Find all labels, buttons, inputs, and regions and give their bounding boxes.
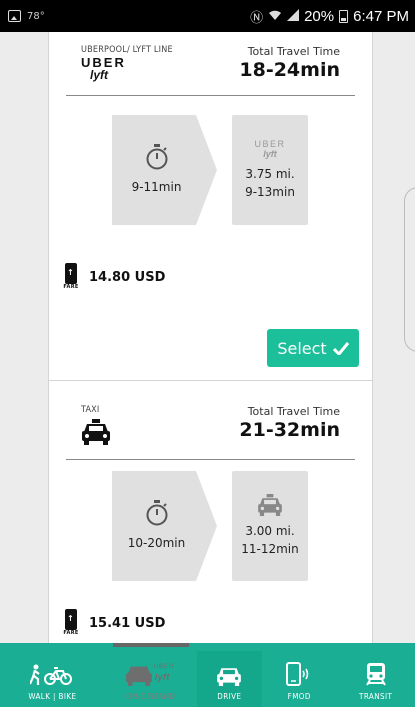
ride-segment: 3.00 mi. 11-12min bbox=[232, 471, 308, 581]
walk-time: 10-20min bbox=[127, 536, 186, 550]
car-icon bbox=[217, 668, 242, 686]
fare-phone bbox=[65, 609, 77, 630]
nav-drive-label: DRIVE bbox=[217, 692, 242, 701]
ride-distance: 3.75 mi. bbox=[245, 167, 295, 181]
gallery-icon bbox=[8, 10, 21, 22]
nav-drive[interactable]: DRIVE bbox=[196, 651, 263, 707]
travel-time-block: Total Travel Time 18-24min bbox=[239, 45, 340, 81]
checkmark-icon bbox=[332, 341, 349, 355]
ride-uber-logo: UBER bbox=[254, 139, 286, 149]
travel-time-value: 21-32min bbox=[239, 419, 340, 441]
fare-icon-label: FARE bbox=[63, 630, 79, 636]
fare-icon: FARE bbox=[63, 263, 79, 291]
status-right: Ⓝ 20% 6:47 PM bbox=[250, 7, 409, 26]
taxi-icon bbox=[258, 494, 282, 516]
side-panel-handle[interactable] bbox=[404, 187, 415, 352]
ride-segment: UBER lyft 3.75 mi. 9-13min bbox=[232, 115, 308, 225]
fare-phone bbox=[65, 263, 77, 284]
select-button[interactable]: Select bbox=[267, 329, 359, 367]
ride-time: 11-12min bbox=[241, 542, 299, 556]
nav-on-demand-label: ON-DEMAND bbox=[126, 692, 176, 701]
ride-lyft-logo: lyft bbox=[263, 149, 277, 159]
fare-icon-label: FARE bbox=[63, 284, 79, 290]
status-left: 78° bbox=[8, 10, 45, 22]
nav-walk-bike-label: WALK | BIKE bbox=[28, 692, 77, 701]
train-icon bbox=[365, 663, 386, 686]
wifi-icon bbox=[268, 9, 282, 24]
fare-icon: FARE bbox=[63, 609, 79, 637]
taxi-icon bbox=[82, 419, 110, 445]
walk-time: 9-11min bbox=[131, 180, 182, 194]
battery-percent: 20% bbox=[304, 7, 335, 25]
walk-segment: 10-20min bbox=[112, 471, 217, 581]
battery-icon bbox=[339, 9, 349, 23]
walk-bike-icon bbox=[30, 664, 73, 685]
fare-block: FARE 15.41 USD bbox=[63, 609, 165, 637]
divider bbox=[66, 459, 355, 460]
walk-segment: 9-11min bbox=[112, 115, 217, 225]
nav-fmod-label: FMOD bbox=[287, 692, 311, 701]
nav-fmod[interactable]: FMOD bbox=[262, 643, 336, 707]
travel-time-block: Total Travel Time 21-32min bbox=[239, 405, 340, 441]
divider bbox=[66, 95, 355, 96]
nav-transit[interactable]: TRANSIT bbox=[336, 643, 415, 707]
select-button-label: Select bbox=[277, 338, 327, 358]
travel-time-label: Total Travel Time bbox=[247, 45, 340, 58]
nav-walk-bike[interactable]: WALK | BIKE bbox=[0, 643, 105, 707]
lyft-logo: lyft bbox=[90, 68, 108, 82]
route-card-taxi[interactable]: TAXI Total Travel Time 21-32min 10-20min… bbox=[48, 380, 373, 643]
signal-icon bbox=[287, 8, 300, 24]
results-list[interactable]: UBERPOOL/ LYFT LINE UBER lyft Total Trav… bbox=[0, 32, 415, 643]
stopwatch-icon bbox=[146, 500, 167, 526]
phone-signal-icon bbox=[286, 662, 309, 686]
nfc-icon: Ⓝ bbox=[250, 9, 264, 25]
uber-lyft-icon: UBER lyft bbox=[254, 139, 285, 159]
provider-label: TAXI bbox=[81, 405, 100, 415]
bottom-nav: WALK | BIKE UBER lyft ON-DEMAND DRIVE FM… bbox=[0, 643, 415, 707]
provider-info: TAXI bbox=[81, 405, 111, 449]
fare-block: FARE 14.80 USD bbox=[63, 263, 165, 291]
stopwatch-icon bbox=[146, 144, 167, 170]
status-bar: 78° Ⓝ 20% 6:47 PM bbox=[0, 0, 415, 32]
fare-amount: 15.41 USD bbox=[89, 615, 166, 631]
ride-time: 9-13min bbox=[245, 185, 295, 199]
provider-info: UBERPOOL/ LYFT LINE UBER lyft bbox=[81, 45, 173, 81]
on-demand-lyft-badge: lyft bbox=[154, 672, 170, 682]
clock: 6:47 PM bbox=[353, 7, 409, 25]
nav-transit-label: TRANSIT bbox=[359, 692, 393, 701]
on-demand-uber-badge: UBER bbox=[153, 664, 175, 670]
ride-distance: 3.00 mi. bbox=[245, 524, 295, 538]
provider-label: UBERPOOL/ LYFT LINE bbox=[81, 45, 173, 55]
fare-amount: 14.80 USD bbox=[89, 269, 166, 285]
travel-time-value: 18-24min bbox=[239, 59, 340, 81]
nav-on-demand[interactable]: UBER lyft ON-DEMAND bbox=[105, 643, 197, 707]
route-card-rideshare[interactable]: UBERPOOL/ LYFT LINE UBER lyft Total Trav… bbox=[48, 32, 373, 402]
temperature: 78° bbox=[27, 10, 45, 22]
travel-time-label: Total Travel Time bbox=[247, 405, 340, 418]
car-uber-lyft-icon: UBER lyft bbox=[125, 662, 177, 686]
